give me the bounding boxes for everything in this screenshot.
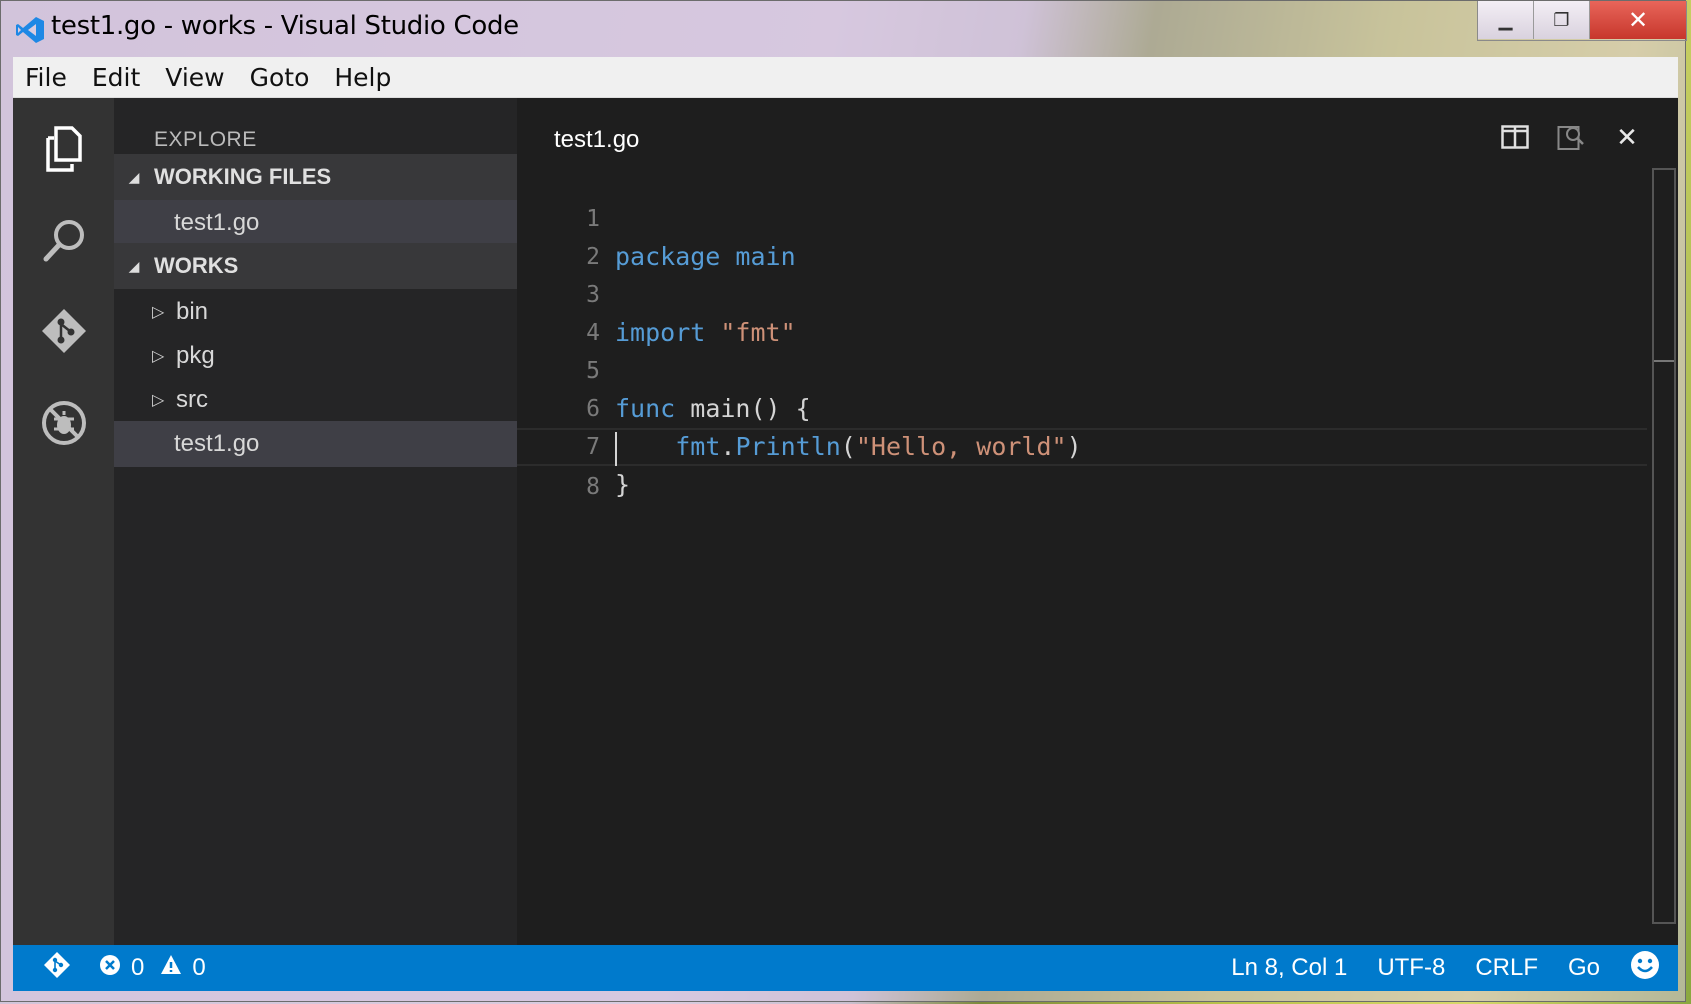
code-line: 4 <box>517 276 1647 346</box>
git-branch-icon[interactable] <box>43 951 71 986</box>
file-item-test1[interactable]: test1.go <box>114 421 517 467</box>
code-line: 2 <box>517 200 1647 270</box>
debug-icon[interactable] <box>37 396 91 450</box>
explorer-sidebar: EXPLORE ◢ WORKING FILES test1.go ◢ WORKS… <box>114 98 517 945</box>
search-icon[interactable] <box>37 214 91 268</box>
error-count[interactable]: 0 <box>131 954 144 982</box>
encoding-indicator[interactable]: UTF-8 <box>1377 954 1445 982</box>
explorer-title: EXPLORE <box>154 128 257 151</box>
chevron-right-icon: ▷ <box>152 392 165 409</box>
scrollbar-marker <box>1654 360 1674 362</box>
caption-buttons: ▁ ❐ ✕ <box>1477 1 1687 41</box>
code-line: 1 package main <box>517 162 1647 271</box>
git-icon[interactable] <box>37 304 91 358</box>
editor-pane: test1.go ✕ 1 package main 2 3 import "fm… <box>517 98 1678 945</box>
errors-icon[interactable] <box>99 954 121 983</box>
line-number: 8 <box>586 474 600 500</box>
code-line: 3 import "fmt" <box>517 238 1647 347</box>
working-files-label: WORKING FILES <box>154 164 332 189</box>
open-preview-icon[interactable] <box>1556 122 1586 152</box>
menu-bar: File Edit View Goto Help <box>13 57 1678 98</box>
editor-scrollbar[interactable] <box>1652 168 1676 924</box>
vscode-logo-icon <box>16 17 44 43</box>
works-folder-header[interactable]: ◢ WORKS <box>114 243 517 289</box>
explorer-icon[interactable] <box>37 122 91 176</box>
split-editor-icon[interactable] <box>1500 122 1530 152</box>
working-files-header[interactable]: ◢ WORKING FILES <box>114 154 517 200</box>
status-bar: 0 0 Ln 8, Col 1 UTF-8 CRLF Go <box>13 945 1678 991</box>
collapse-triangle-icon: ◢ <box>128 168 140 185</box>
editor-actions: ✕ <box>1500 122 1642 152</box>
workbench: EXPLORE ◢ WORKING FILES test1.go ◢ WORKS… <box>13 98 1678 945</box>
collapse-triangle-icon: ◢ <box>128 257 140 274</box>
close-icon[interactable]: ✕ <box>1590 1 1686 39</box>
window-title: test1.go - works - Visual Studio Code <box>51 11 519 41</box>
working-file-label: test1.go <box>174 209 260 236</box>
code-line: 5 func main() { <box>517 314 1647 423</box>
eol-indicator[interactable]: CRLF <box>1475 954 1538 982</box>
smiley-icon[interactable] <box>1630 950 1660 987</box>
cursor-position[interactable]: Ln 8, Col 1 <box>1231 954 1347 982</box>
chevron-right-icon: ▷ <box>152 348 165 365</box>
folder-label: src <box>176 386 208 413</box>
minimize-icon[interactable]: ▁ <box>1478 1 1534 39</box>
folder-item-pkg[interactable]: ▷ pkg <box>114 333 517 379</box>
title-bar[interactable]: test1.go - works - Visual Studio Code ▁ … <box>1 1 1687 59</box>
folder-label: pkg <box>176 342 215 369</box>
code-line: 6 fmt.Println("Hello, world") <box>517 352 1647 461</box>
folder-label: bin <box>176 298 209 325</box>
maximize-icon[interactable]: ❐ <box>1534 1 1590 39</box>
warning-count[interactable]: 0 <box>192 954 205 982</box>
menu-file[interactable]: File <box>25 63 67 92</box>
close-editor-icon[interactable]: ✕ <box>1612 122 1642 152</box>
file-label: test1.go <box>174 430 260 457</box>
menu-edit[interactable]: Edit <box>92 63 140 92</box>
warnings-icon[interactable] <box>160 954 182 983</box>
chevron-right-icon: ▷ <box>152 304 165 321</box>
language-mode[interactable]: Go <box>1568 954 1600 982</box>
works-folder-label: WORKS <box>154 253 239 278</box>
menu-help[interactable]: Help <box>334 63 391 92</box>
current-line: 8 <box>517 428 1647 500</box>
text-cursor <box>615 432 617 466</box>
working-file-item[interactable]: test1.go <box>114 200 517 246</box>
activity-bar <box>13 98 114 945</box>
folder-item-src[interactable]: ▷ src <box>114 377 517 423</box>
code-area[interactable]: 1 package main 2 3 import "fmt" 4 5 func… <box>517 162 1647 500</box>
editor-tab-title[interactable]: test1.go <box>554 126 639 154</box>
menu-goto[interactable]: Goto <box>250 63 310 92</box>
menu-view[interactable]: View <box>165 63 224 92</box>
folder-item-bin[interactable]: ▷ bin <box>114 289 517 335</box>
code-line: 7 } <box>517 390 1647 499</box>
